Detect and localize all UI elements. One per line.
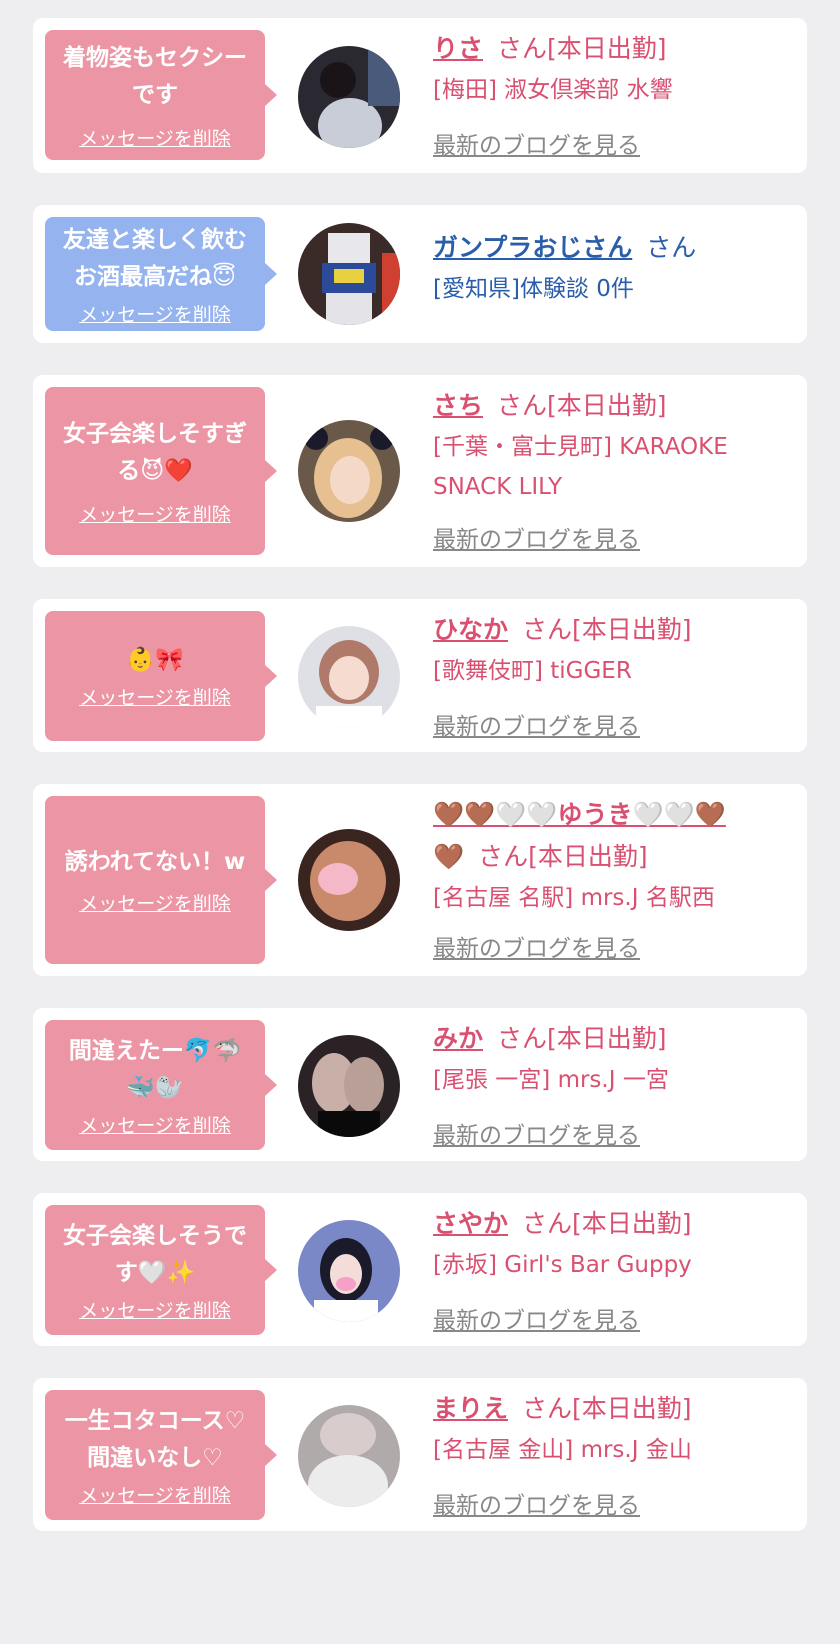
message-text: 間違えたー🐬🦈 🐳🦭 <box>68 1037 242 1101</box>
avatar[interactable] <box>298 1405 400 1507</box>
message-bubble: 着物姿もセクシー です メッセージを削除 <box>45 30 277 160</box>
delete-message-link[interactable]: メッセージを削除 <box>79 683 231 710</box>
cast-status: さん[本日出勤] <box>497 391 667 420</box>
cast-name-link[interactable]: りさ <box>433 34 483 63</box>
delete-message-link[interactable]: メッセージを削除 <box>79 124 231 151</box>
cast-info: みか さん[本日出勤] [尾張 一宮] mrs.J 一宮 <box>433 1018 793 1100</box>
blog-link[interactable]: 最新のブログを見る <box>433 707 640 741</box>
cast-status: さん[本日出勤] <box>497 1024 667 1053</box>
cast-name-link[interactable]: さち <box>433 391 483 420</box>
shop-label: [愛知県]体験談 0件 <box>433 276 634 302</box>
blog-link[interactable]: 最新のブログを見る <box>433 929 640 963</box>
message-bubble: 女子会楽しそうで す🤍✨ メッセージを削除 <box>45 1205 277 1335</box>
message-card: 友達と楽しく飲む お酒最高だね😇 メッセージを削除 ガンプラおじさん さん [愛知県… <box>33 205 807 343</box>
avatar[interactable] <box>298 223 400 325</box>
shop-label: [尾張 一宮] mrs.J 一宮 <box>433 1067 669 1093</box>
shop-label: [梅田] 淑女倶楽部 水響 <box>433 77 673 103</box>
cast-info: さやか さん[本日出勤] [赤坂] Girl's Bar Guppy <box>433 1203 793 1285</box>
cast-name-link[interactable]: みか <box>433 1024 483 1053</box>
message-bubble: 誘われてない！w メッセージを削除 <box>45 796 277 964</box>
message-bubble: 間違えたー🐬🦈 🐳🦭 メッセージを削除 <box>45 1020 277 1150</box>
delete-message-link[interactable]: メッセージを削除 <box>79 500 231 527</box>
blog-link[interactable]: 最新のブログを見る <box>433 520 640 554</box>
cast-info: りさ さん[本日出勤] [梅田] 淑女倶楽部 水響 <box>433 28 793 110</box>
message-text: 友達と楽しく飲む お酒最高だね😇 <box>63 226 247 290</box>
shop-label: [千葉・富士見町] KARAOKE SNACK LILY <box>433 434 728 500</box>
avatar[interactable] <box>298 626 400 728</box>
cast-info: 🤎🤎🤍🤍ゆうき🤍🤍🤎 🤎 さん[本日出勤] [名古屋 名駅] mrs.J 名駅西 <box>433 794 793 918</box>
delete-message-link[interactable]: メッセージを削除 <box>79 300 231 327</box>
cast-status: さん[本日出勤] <box>497 34 667 63</box>
message-card: 👶🎀 メッセージを削除 ひなか さん[本日出勤] [歌舞伎町] tiGGER 最新… <box>33 599 807 752</box>
cast-status: さん[本日出勤] <box>522 1209 692 1238</box>
avatar[interactable] <box>298 1220 400 1322</box>
shop-label: [名古屋 金山] mrs.J 金山 <box>433 1437 692 1463</box>
blog-link[interactable]: 最新のブログを見る <box>433 1116 640 1150</box>
blog-link[interactable]: 最新のブログを見る <box>433 126 640 160</box>
message-text: 誘われてない！w <box>64 849 246 875</box>
cast-name-link[interactable]: ひなか <box>433 615 508 644</box>
avatar[interactable] <box>298 829 400 931</box>
blog-link[interactable]: 最新のブログを見る <box>433 1486 640 1520</box>
message-card: 一生コタコース♡ 間違いなし♡ メッセージを削除 まりえ さん[本日出勤] [名古屋… <box>33 1378 807 1531</box>
message-card: 女子会楽しそすぎ る😈❤️ メッセージを削除 さち さん[本日出勤] [千葉・富士見… <box>33 375 807 567</box>
message-card: 着物姿もセクシー です メッセージを削除 りさ さん[本日出勤] [梅田] 淑女倶楽… <box>33 18 807 173</box>
shop-label: [歌舞伎町] tiGGER <box>433 658 632 684</box>
delete-message-link[interactable]: メッセージを削除 <box>79 1111 231 1138</box>
cast-info: ガンプラおじさん さん [愛知県]体験談 0件 <box>433 227 793 309</box>
message-text: 👶🎀 <box>126 647 184 673</box>
shop-label: [赤坂] Girl's Bar Guppy <box>433 1252 692 1278</box>
cast-name-continued: 🤎 <box>433 842 465 871</box>
blog-link[interactable]: 最新のブログを見る <box>433 1301 640 1335</box>
message-card: 誘われてない！w メッセージを削除 🤎🤎🤍🤍ゆうき🤍🤍🤎 🤎 さん[本日出勤] [… <box>33 784 807 976</box>
cast-info: まりえ さん[本日出勤] [名古屋 金山] mrs.J 金山 <box>433 1388 793 1470</box>
cast-status: さん[本日出勤] <box>478 842 648 871</box>
cast-status: さん[本日出勤] <box>522 1394 692 1423</box>
cast-info: ひなか さん[本日出勤] [歌舞伎町] tiGGER <box>433 609 793 691</box>
cast-name-link[interactable]: 🤎🤎🤍🤍ゆうき🤍🤍🤎 <box>433 800 726 829</box>
avatar[interactable] <box>298 46 400 148</box>
cast-name-link[interactable]: ガンプラおじさん <box>433 233 632 262</box>
message-bubble: 女子会楽しそすぎ る😈❤️ メッセージを削除 <box>45 387 277 555</box>
message-card: 間違えたー🐬🦈 🐳🦭 メッセージを削除 みか さん[本日出勤] [尾張 一宮] mr… <box>33 1008 807 1161</box>
cast-name-link[interactable]: まりえ <box>433 1394 508 1423</box>
message-bubble: 友達と楽しく飲む お酒最高だね😇 メッセージを削除 <box>45 217 277 331</box>
avatar[interactable] <box>298 420 400 522</box>
message-text: 女子会楽しそうで す🤍✨ <box>63 1222 247 1286</box>
message-bubble: 一生コタコース♡ 間違いなし♡ メッセージを削除 <box>45 1390 277 1520</box>
message-bubble: 👶🎀 メッセージを削除 <box>45 611 277 741</box>
shop-label: [名古屋 名駅] mrs.J 名駅西 <box>433 885 715 911</box>
cast-info: さち さん[本日出勤] [千葉・富士見町] KARAOKE SNACK LILY <box>433 385 793 507</box>
cast-status: さん <box>646 233 697 262</box>
message-card: 女子会楽しそうで す🤍✨ メッセージを削除 さやか さん[本日出勤] [赤坂] Gi… <box>33 1193 807 1346</box>
cast-status: さん[本日出勤] <box>522 615 692 644</box>
message-text: 女子会楽しそすぎ る😈❤️ <box>63 420 247 484</box>
avatar[interactable] <box>298 1035 400 1137</box>
delete-message-link[interactable]: メッセージを削除 <box>79 889 231 916</box>
message-text: 着物姿もセクシー です <box>63 44 247 108</box>
cast-name-link[interactable]: さやか <box>433 1209 508 1238</box>
delete-message-link[interactable]: メッセージを削除 <box>79 1296 231 1323</box>
message-text: 一生コタコース♡ 間違いなし♡ <box>64 1407 246 1471</box>
delete-message-link[interactable]: メッセージを削除 <box>79 1481 231 1508</box>
